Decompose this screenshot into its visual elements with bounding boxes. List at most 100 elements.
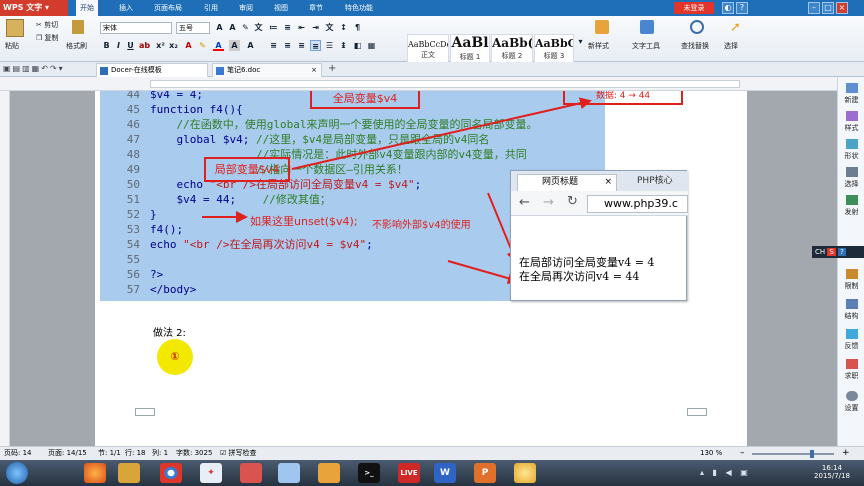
- wps-logo-button[interactable]: WPS 文字 ▾: [0, 0, 68, 16]
- sidebar-select[interactable]: 选择: [838, 167, 864, 189]
- border-icon[interactable]: ▦: [366, 40, 377, 51]
- phonetic-icon[interactable]: 文: [253, 22, 264, 33]
- sidebar-shape[interactable]: 形状: [838, 139, 864, 161]
- italic-button[interactable]: I: [113, 40, 124, 51]
- font-color-icon[interactable]: A: [213, 40, 224, 51]
- image-viewer-icon[interactable]: [278, 463, 300, 483]
- shading-icon[interactable]: ◧: [352, 40, 363, 51]
- format-painter-icon[interactable]: [72, 20, 84, 34]
- text-tools-icon[interactable]: [640, 20, 654, 34]
- reload-icon[interactable]: ↻: [567, 194, 578, 209]
- menu-layout[interactable]: 页面布局: [154, 0, 182, 16]
- forward-icon[interactable]: →: [543, 195, 554, 210]
- back-icon[interactable]: ←: [519, 195, 530, 210]
- notes-app-icon[interactable]: [318, 463, 340, 483]
- align-right-icon[interactable]: ≡: [296, 40, 307, 51]
- system-tray-icons[interactable]: ▴ ▮ ◀ ▣: [700, 468, 751, 477]
- grow-font-icon[interactable]: A: [214, 22, 225, 33]
- quick-access-toolbar[interactable]: ▣▤▥▦↶↷▾: [3, 64, 65, 73]
- sidebar-new[interactable]: 新建: [838, 83, 864, 105]
- minimize-icon[interactable]: –: [808, 2, 820, 14]
- clear-format-icon[interactable]: ✎: [240, 22, 251, 33]
- zoom-out-icon[interactable]: –: [740, 447, 745, 459]
- subscript-button[interactable]: x₂: [168, 40, 179, 51]
- font-name-select[interactable]: 宋体: [100, 22, 172, 34]
- sidebar-settings[interactable]: 设置: [838, 391, 864, 413]
- sidebar-restrict[interactable]: 限制: [838, 269, 864, 291]
- close-icon[interactable]: ×: [836, 2, 848, 14]
- sidebar-send[interactable]: 发射: [838, 195, 864, 217]
- new-tab-icon[interactable]: +: [328, 63, 336, 74]
- style-more-icon[interactable]: ▾: [575, 36, 586, 47]
- chinese-layout-icon[interactable]: 文: [324, 22, 335, 33]
- sidebar-structure[interactable]: 结构: [838, 299, 864, 321]
- paste-button[interactable]: 粘贴: [5, 41, 19, 51]
- menu-home[interactable]: 开始: [76, 0, 98, 16]
- design-app-icon[interactable]: ✦: [200, 463, 222, 483]
- menu-view[interactable]: 视图: [274, 0, 288, 16]
- zoom-in-icon[interactable]: +: [842, 447, 850, 459]
- spell-check[interactable]: ☑ 拼写检查: [220, 447, 257, 460]
- eraser-app-icon[interactable]: [240, 463, 262, 483]
- login-button[interactable]: 未登录: [674, 2, 714, 14]
- tab-docer[interactable]: Docer-在线模板: [96, 63, 208, 77]
- show-marks-icon[interactable]: ¶: [352, 22, 363, 33]
- cut-button[interactable]: ✂ 剪切: [36, 20, 58, 30]
- ime-bar[interactable]: CH S ?: [812, 246, 864, 258]
- firefox-icon[interactable]: [84, 463, 106, 483]
- address-bar[interactable]: www.php39.c: [587, 195, 688, 213]
- chrome-icon[interactable]: [160, 463, 182, 483]
- horizontal-ruler[interactable]: [0, 77, 864, 91]
- select-button[interactable]: 选择: [724, 41, 738, 51]
- wps-presentation-taskbar[interactable]: P: [474, 463, 496, 483]
- char-shading-icon[interactable]: A: [229, 40, 240, 51]
- align-left-icon[interactable]: ≡: [268, 40, 279, 51]
- underline-button[interactable]: U: [125, 40, 136, 51]
- text-tools-button[interactable]: 文字工具: [632, 41, 660, 51]
- menu-review[interactable]: 审阅: [239, 0, 253, 16]
- superscript-button[interactable]: x²: [155, 40, 166, 51]
- close-tab-icon[interactable]: ×: [604, 175, 612, 190]
- find-replace-icon[interactable]: [690, 20, 704, 34]
- live-record-icon[interactable]: LIVE: [398, 463, 420, 483]
- strike-button[interactable]: ab: [139, 40, 150, 51]
- vertical-ruler[interactable]: [0, 91, 10, 446]
- indent-icon[interactable]: ⇥: [310, 22, 321, 33]
- browser-tab-inactive[interactable]: PHP核心: [623, 174, 688, 190]
- skin-icon[interactable]: ◐: [722, 2, 734, 14]
- find-replace-button[interactable]: 查找替换: [681, 41, 709, 51]
- zoom-slider[interactable]: [752, 453, 834, 455]
- menu-special[interactable]: 特色功能: [345, 0, 373, 16]
- wps-writer-taskbar[interactable]: W: [434, 463, 456, 483]
- menu-references[interactable]: 引用: [204, 0, 218, 16]
- folder-icon[interactable]: [118, 463, 140, 483]
- terminal-icon[interactable]: >_: [358, 463, 380, 483]
- word-count[interactable]: 字数: 3025: [176, 447, 212, 460]
- bullets-icon[interactable]: ≔: [268, 22, 279, 33]
- shrink-font-icon[interactable]: A: [227, 22, 238, 33]
- help-icon[interactable]: ?: [736, 2, 748, 14]
- maximize-icon[interactable]: □: [822, 2, 834, 14]
- bold-button[interactable]: B: [101, 40, 112, 51]
- start-button[interactable]: [6, 462, 28, 484]
- distribute-icon[interactable]: ☰: [324, 40, 335, 51]
- new-style-icon[interactable]: [595, 20, 609, 34]
- char-border-icon[interactable]: A: [245, 40, 256, 51]
- browser-tab-active[interactable]: 网页标题 ×: [517, 174, 617, 191]
- new-style-button[interactable]: 新样式: [588, 41, 609, 51]
- line-spacing-icon[interactable]: ↨: [338, 40, 349, 51]
- sidebar-job[interactable]: 求职: [838, 359, 864, 381]
- outdent-icon[interactable]: ⇤: [296, 22, 307, 33]
- numbering-icon[interactable]: ≡: [282, 22, 293, 33]
- format-painter-button[interactable]: 格式刷: [66, 41, 87, 51]
- clock[interactable]: 16:14 2015/7/18: [812, 464, 852, 480]
- paste-icon[interactable]: [6, 19, 24, 37]
- close-tab-icon[interactable]: ×: [311, 64, 317, 77]
- highlight-icon[interactable]: ✎: [197, 40, 208, 51]
- menu-insert[interactable]: 插入: [119, 0, 133, 16]
- sidebar-style[interactable]: 样式: [838, 111, 864, 133]
- font-size-select[interactable]: 五号: [176, 22, 210, 34]
- tab-note6[interactable]: 笔记6.doc ×: [212, 63, 322, 77]
- select-cursor-icon[interactable]: ➚: [730, 20, 741, 35]
- menu-chapter[interactable]: 章节: [309, 0, 323, 16]
